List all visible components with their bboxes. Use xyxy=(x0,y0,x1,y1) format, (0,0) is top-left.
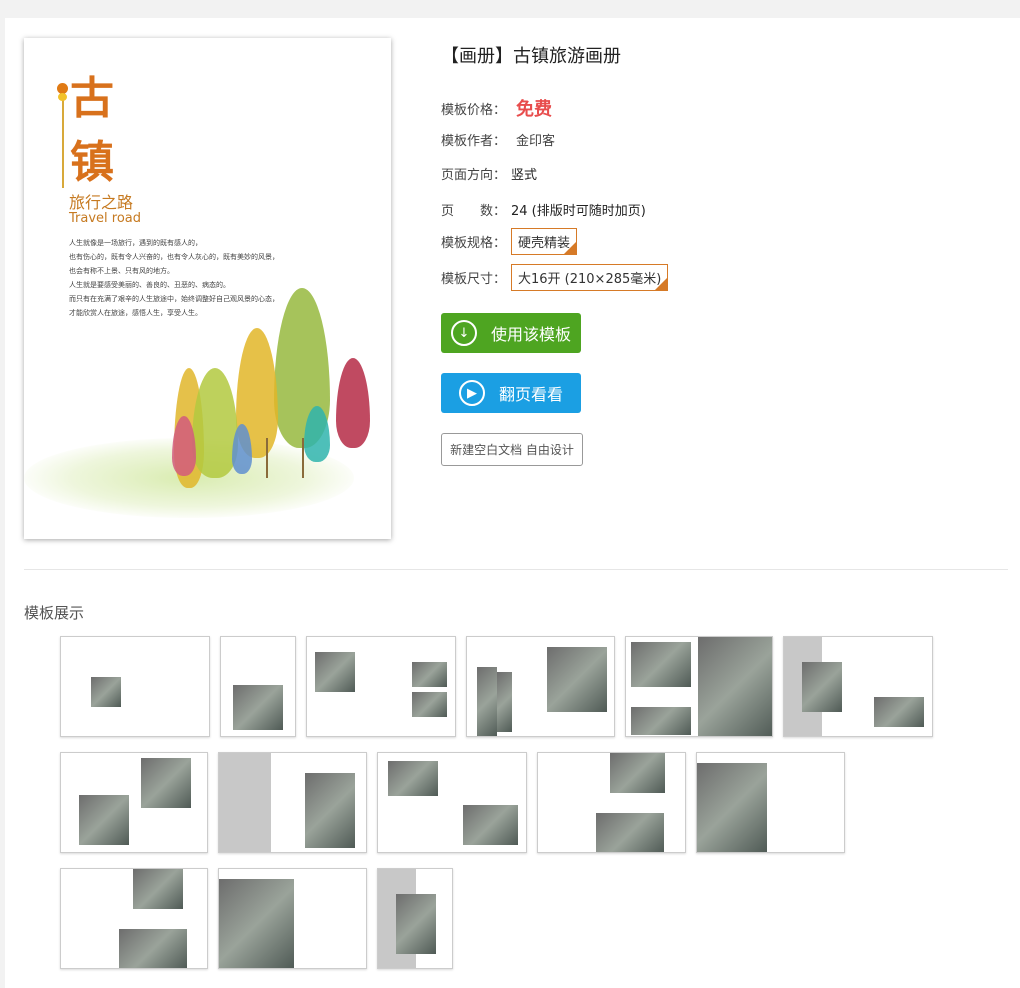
thumbnail-photo xyxy=(396,894,436,954)
thumbnail-photo xyxy=(91,677,121,707)
template-page-thumbnail[interactable] xyxy=(783,636,933,737)
cover-title-char: 古 xyxy=(70,73,114,124)
template-page-thumbnail[interactable] xyxy=(218,868,367,969)
poem-line: 也会有称不上景、只有风的地方。 xyxy=(69,267,174,275)
info-label: 模板价格： xyxy=(441,102,507,118)
template-page-thumbnail[interactable] xyxy=(218,752,367,853)
thumbnail-photo xyxy=(631,707,691,735)
thumbnail-photo xyxy=(315,652,355,692)
poem-line: 人生就像是一场旅行，遇到的既有感人的， xyxy=(69,239,202,247)
thumbnail-photo xyxy=(596,813,664,852)
play-icon: ▶ xyxy=(459,380,485,406)
orientation-value: 竖式 xyxy=(511,168,538,183)
thumbnail-photo xyxy=(388,761,438,796)
thumbnail-photo xyxy=(412,692,447,717)
template-page-thumbnail[interactable] xyxy=(466,636,615,737)
poem-line: 才能欣赏人在旅途，感悟人生，享受人生。 xyxy=(69,309,202,317)
thumbnail-photo xyxy=(477,667,497,736)
thumbnail-photo xyxy=(610,753,665,793)
thumbnail-photo xyxy=(697,763,767,852)
thumbnail-photo xyxy=(79,795,129,845)
info-label: 页 数： xyxy=(441,204,507,219)
template-page-thumbnail[interactable] xyxy=(220,636,296,737)
template-page-thumbnail[interactable] xyxy=(696,752,845,853)
thumbnail-photo xyxy=(305,773,355,848)
button-label: 翻页看看 xyxy=(499,385,564,404)
template-cover-image[interactable]: 古 镇 旅行之路 Travel road 人生就像是一场旅行，遇到的既有感人的，… xyxy=(24,38,391,539)
template-page-thumbnail[interactable] xyxy=(377,752,527,853)
spec-option[interactable]: 硬壳精装 xyxy=(511,228,578,255)
poem-line: 而只有在充满了艰辛的人生旅途中，始终调整好自己观风景的心态， xyxy=(69,295,279,303)
template-page-thumbnail[interactable] xyxy=(625,636,773,737)
tree-illustration xyxy=(192,368,238,478)
cover-poem: 人生就像是一场旅行，遇到的既有感人的， 也有伤心的，既有令人兴奋的，也有令人灰心… xyxy=(69,236,279,320)
info-size: 模板尺寸： 大16开 (210×285毫米) xyxy=(441,264,669,291)
size-option[interactable]: 大16开 (210×285毫米) xyxy=(511,264,669,291)
template-page-thumbnail[interactable] xyxy=(377,868,453,969)
info-author: 模板作者： 金印客 xyxy=(441,130,555,149)
info-label: 模板尺寸： xyxy=(441,272,507,287)
info-label: 模板作者： xyxy=(441,134,507,149)
thumbnail-photo xyxy=(698,637,772,736)
pin-decoration xyxy=(58,93,67,101)
thumbnail-photo xyxy=(497,672,512,732)
tree-illustration xyxy=(336,358,370,448)
tree-trunk xyxy=(302,438,304,478)
info-spec: 模板规格： 硬壳精装 xyxy=(441,228,578,255)
flip-preview-button[interactable]: ▶ 翻页看看 xyxy=(441,373,581,413)
use-template-button[interactable]: ↓ 使用该模板 xyxy=(441,313,581,353)
thumbnail-photo xyxy=(119,929,187,968)
download-arrow-icon: ↓ xyxy=(451,320,477,346)
template-title: 【画册】古镇旅游画册 xyxy=(441,46,621,67)
cover-subtitle-en: Travel road xyxy=(69,211,142,226)
template-page-thumbnail[interactable] xyxy=(306,636,456,737)
tree-trunk xyxy=(266,438,268,478)
thumbnail-photo xyxy=(233,685,283,730)
thumbnail-photo xyxy=(631,642,691,687)
divider xyxy=(24,569,1008,570)
thumbnail-photo xyxy=(141,758,191,808)
pages-value: 24 (排版时可随时加页) xyxy=(511,204,646,219)
template-page-thumbnail[interactable] xyxy=(537,752,686,853)
thumbnail-photo xyxy=(874,697,924,727)
thumbnail-photo xyxy=(412,662,447,687)
thumbnail-photo xyxy=(802,662,842,712)
thumbnail-photo xyxy=(547,647,607,712)
thumbnail-gray-panel xyxy=(219,753,271,852)
info-label: 页面方向： xyxy=(441,168,507,183)
template-page-thumbnail[interactable] xyxy=(60,636,210,737)
thumbnail-photo xyxy=(133,869,183,909)
price-value: 免费 xyxy=(516,99,552,120)
cover-subtitle-cn: 旅行之路 xyxy=(69,193,134,212)
author-value: 金印客 xyxy=(516,134,556,149)
thumbnail-photo xyxy=(219,879,294,968)
new-blank-doc-button[interactable]: 新建空白文档 自由设计 xyxy=(441,433,583,466)
button-label: 使用该模板 xyxy=(491,325,572,344)
info-price: 模板价格： 免费 xyxy=(441,95,552,121)
thumbnail-photo xyxy=(463,805,518,845)
template-page-thumbnail[interactable] xyxy=(60,868,208,969)
info-label: 模板规格： xyxy=(441,236,507,251)
section-title: 模板展示 xyxy=(24,604,85,622)
cover-title-char: 镇 xyxy=(70,137,114,188)
poem-line: 人生就是要感受美丽的、善良的、丑恶的、病态的。 xyxy=(69,281,230,289)
info-orientation: 页面方向： 竖式 xyxy=(441,164,537,183)
info-pages: 页 数： 24 (排版时可随时加页) xyxy=(441,200,646,219)
template-page-thumbnail[interactable] xyxy=(60,752,208,853)
poem-line: 也有伤心的，既有令人兴奋的，也有令人灰心的，既有美妙的风景， xyxy=(69,253,279,261)
pin-decoration xyxy=(62,88,64,188)
